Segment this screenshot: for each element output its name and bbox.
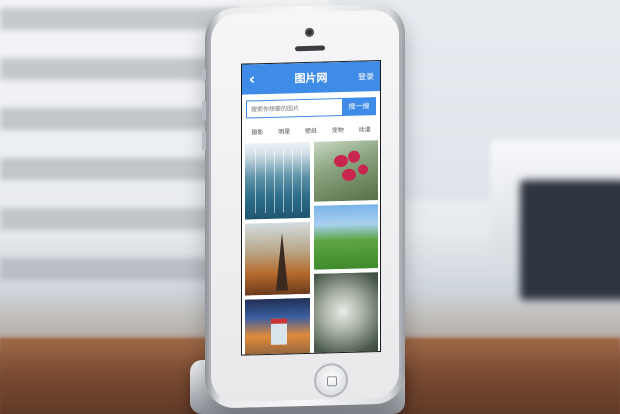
category-tabs: 摄影 明星 壁纸 宠物 动漫 xyxy=(242,115,380,143)
chevron-left-icon[interactable]: ‹ xyxy=(242,64,262,95)
top-navigation-bar: ‹ 图片网 登录 xyxy=(242,61,380,95)
search-bar: 搜一搜 xyxy=(246,97,376,119)
category-tab-pets[interactable]: 宠物 xyxy=(331,124,345,135)
window-blind xyxy=(0,158,240,180)
window-blind xyxy=(0,208,240,230)
front-camera xyxy=(305,27,314,37)
category-tab-anime[interactable]: 动漫 xyxy=(358,123,372,134)
window-blind xyxy=(0,8,240,30)
search-input[interactable] xyxy=(246,98,342,119)
image-gallery xyxy=(242,139,380,356)
earpiece-speaker xyxy=(295,45,325,52)
gallery-image-beach-hut[interactable] xyxy=(244,296,311,356)
home-button[interactable] xyxy=(314,362,348,398)
smartphone: ‹ 图片网 登录 搜一搜 摄影 明星 壁纸 宠物 动漫 xyxy=(202,3,405,409)
gallery-image-eiffel-tower[interactable] xyxy=(244,220,311,297)
background-speaker xyxy=(520,180,620,300)
app-screen: ‹ 图片网 登录 搜一搜 摄影 明星 壁纸 宠物 动漫 xyxy=(241,60,381,356)
volume-up-button xyxy=(202,100,206,121)
phone-face: ‹ 图片网 登录 搜一搜 摄影 明星 壁纸 宠物 动漫 xyxy=(211,9,399,403)
login-button[interactable]: 登录 xyxy=(358,71,374,82)
category-tab-photography[interactable]: 摄影 xyxy=(250,126,264,137)
gallery-image-waterfall[interactable] xyxy=(244,140,311,221)
gallery-image-abstract[interactable] xyxy=(313,271,379,356)
volume-down-button xyxy=(202,130,206,151)
gallery-image-meadow[interactable] xyxy=(313,203,379,271)
search-button[interactable]: 搜一搜 xyxy=(342,97,376,117)
category-tab-celebrities[interactable]: 明星 xyxy=(277,125,291,136)
mute-switch xyxy=(202,68,206,81)
home-square-icon xyxy=(327,376,337,387)
gallery-image-orchids[interactable] xyxy=(313,139,379,203)
window-blind xyxy=(0,258,240,280)
category-tab-wallpaper[interactable]: 壁纸 xyxy=(304,125,318,136)
